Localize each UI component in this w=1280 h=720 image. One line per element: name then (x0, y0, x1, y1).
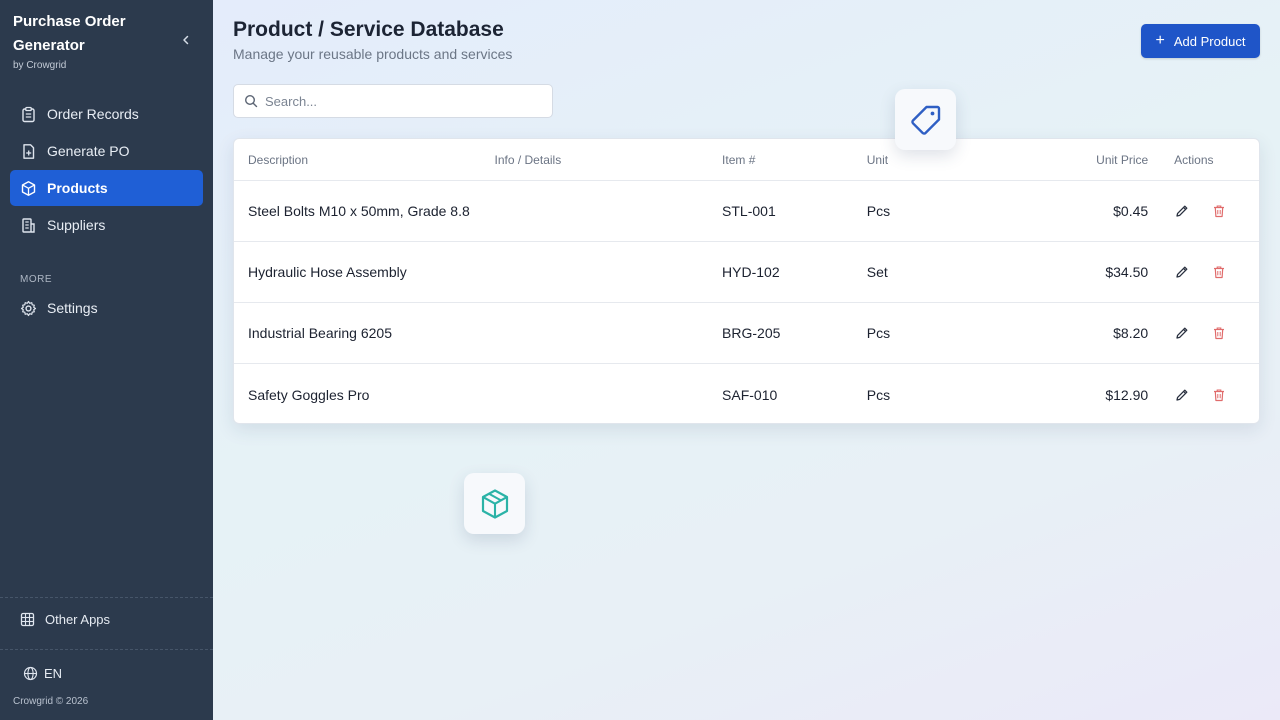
app-subtitle: by Crowgrid (13, 60, 67, 71)
sidebar-item-label: Products (47, 180, 108, 196)
delete-button[interactable] (1211, 387, 1227, 403)
pencil-icon (1176, 389, 1188, 401)
clipboard-icon (20, 106, 37, 123)
cell-price: $12.90 (1105, 386, 1149, 403)
column-header-price[interactable]: Unit Price (1016, 153, 1148, 167)
table-row[interactable]: Steel Bolts M10 x 50mm, Grade 8.8 STL-00… (234, 181, 1259, 242)
cell-unit: Pcs (866, 386, 891, 403)
cell-item: SAF-010 (722, 386, 778, 403)
table-row[interactable]: Hydraulic Hose Assembly HYD-102 Set $34.… (234, 242, 1259, 303)
pencil-icon (1176, 327, 1188, 339)
brand: Purchase Order Generator by Crowgrid (13, 10, 173, 71)
other-apps-link[interactable]: Other Apps (20, 612, 110, 627)
sidebar-item-suppliers[interactable]: Suppliers (10, 207, 203, 243)
tag-tile (895, 89, 956, 150)
main-content: Product / Service Database Manage your r… (213, 0, 1280, 720)
grid-icon (20, 612, 35, 627)
sidebar-item-label: Generate PO (47, 143, 130, 159)
sidebar: Purchase Order Generator by Crowgrid Ord… (0, 0, 213, 720)
sidebar-item-products[interactable]: Products (10, 170, 203, 206)
plus-icon: + (1155, 32, 1165, 49)
row-actions (1148, 325, 1259, 341)
sidebar-item-settings[interactable]: Settings (10, 290, 203, 326)
cell-unit: Pcs (866, 325, 891, 341)
column-header-item[interactable]: Item # (722, 153, 867, 167)
column-header-description[interactable]: Description (234, 153, 495, 167)
delete-button[interactable] (1211, 325, 1227, 341)
cell-description: Industrial Bearing 6205 (248, 325, 392, 341)
edit-button[interactable] (1174, 387, 1190, 403)
box-icon (481, 488, 508, 519)
cell-price: $8.20 (1113, 325, 1149, 341)
app-title: Purchase Order Generator (13, 13, 126, 54)
trash-icon (1214, 388, 1225, 401)
globe-icon (23, 666, 38, 681)
cell-unit: Set (866, 264, 888, 280)
table-header: Description Info / Details Item # Unit U… (234, 139, 1259, 181)
sidebar-nav: Order Records Generate PO Products Suppl… (10, 96, 203, 244)
gear-icon (20, 300, 37, 317)
edit-button[interactable] (1174, 203, 1190, 219)
collapse-sidebar-button[interactable] (176, 30, 196, 50)
cell-description: Hydraulic Hose Assembly (248, 264, 407, 280)
table-row[interactable]: Safety Goggles Pro SAF-010 Pcs $12.90 (234, 364, 1259, 423)
sidebar-nav-more: Settings (10, 290, 203, 327)
delete-button[interactable] (1211, 203, 1227, 219)
cell-unit: Pcs (866, 203, 891, 219)
page-title: Product / Service Database (233, 18, 504, 41)
language-label: EN (44, 666, 63, 681)
language-selector[interactable]: EN (23, 666, 62, 681)
add-product-button[interactable]: + Add Product (1141, 24, 1260, 58)
edit-button[interactable] (1174, 264, 1190, 280)
box-icon (20, 180, 37, 197)
products-table: Description Info / Details Item # Unit U… (233, 138, 1260, 424)
divider (0, 597, 213, 598)
cell-item: HYD-102 (722, 264, 780, 280)
trash-icon (1214, 327, 1225, 340)
section-label-more: MORE (20, 274, 52, 285)
delete-button[interactable] (1211, 264, 1227, 280)
row-actions (1148, 203, 1259, 219)
edit-button[interactable] (1174, 325, 1190, 341)
box-tile (464, 473, 525, 534)
add-product-label: Add Product (1173, 33, 1246, 49)
cell-price: $0.45 (1113, 203, 1149, 219)
cell-price: $34.50 (1105, 264, 1149, 280)
page-subtitle: Manage your reusable products and servic… (233, 46, 513, 62)
search-box (233, 84, 553, 118)
divider (0, 649, 213, 650)
file-plus-icon (20, 143, 37, 160)
cell-description: Steel Bolts M10 x 50mm, Grade 8.8 (248, 203, 470, 219)
pencil-icon (1176, 205, 1188, 217)
tag-icon (910, 105, 940, 135)
cell-item: STL-001 (722, 203, 776, 219)
pencil-icon (1176, 266, 1188, 278)
search-input[interactable] (265, 93, 535, 109)
copyright: Crowgrid © 2026 (13, 696, 89, 707)
trash-icon (1214, 205, 1225, 218)
sidebar-item-label: Suppliers (47, 217, 106, 233)
building-icon (20, 217, 37, 234)
sidebar-item-order-records[interactable]: Order Records (10, 96, 203, 132)
table-row[interactable]: Industrial Bearing 6205 BRG-205 Pcs $8.2… (234, 303, 1259, 364)
other-apps-label: Other Apps (45, 612, 111, 627)
search-icon (244, 94, 258, 108)
sidebar-item-label: Settings (47, 300, 98, 316)
trash-icon (1214, 266, 1225, 279)
sidebar-item-generate-po[interactable]: Generate PO (10, 133, 203, 169)
column-header-actions: Actions (1174, 152, 1214, 167)
row-actions (1148, 264, 1259, 280)
column-header-unit[interactable]: Unit (867, 153, 1017, 167)
cell-description: Safety Goggles Pro (248, 386, 370, 403)
cell-item: BRG-205 (722, 325, 781, 341)
chevron-left-icon (183, 35, 189, 45)
sidebar-item-label: Order Records (47, 106, 139, 122)
row-actions (1148, 387, 1259, 403)
column-header-info[interactable]: Info / Details (495, 153, 723, 167)
